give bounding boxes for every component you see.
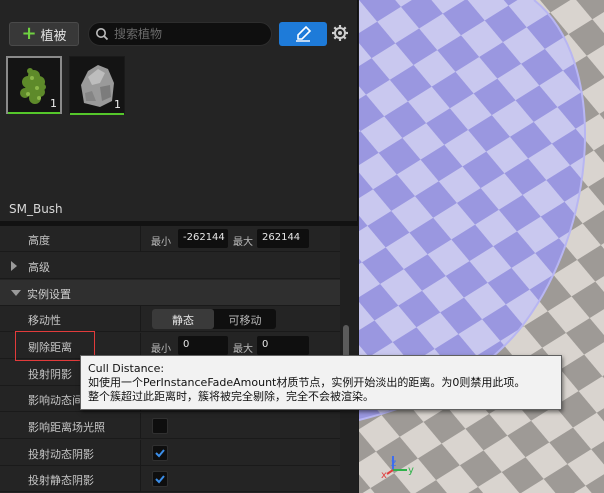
foliage-toolbar: + 植被 — [0, 16, 358, 52]
mobility-label: 移动性 — [28, 314, 61, 327]
foliage-thumb-rock[interactable]: 1 — [69, 56, 125, 115]
column-divider — [140, 306, 141, 332]
affect-distance-field-checkbox[interactable] — [152, 418, 168, 434]
height-label: 高度 — [28, 234, 50, 247]
foliage-count: 1 — [114, 98, 121, 111]
height-row: 高度 最小 -262144 最大 262144 — [0, 226, 340, 252]
cast-dynamic-shadow-checkbox[interactable] — [152, 445, 168, 461]
affect-distance-field-row: 影响距离场光照 — [0, 413, 340, 439]
foliage-thumb-bush[interactable]: 1 — [6, 56, 62, 114]
mobility-movable-option[interactable]: 可移动 — [214, 309, 276, 329]
level-viewport[interactable]: z y x — [359, 0, 604, 493]
instance-settings-category[interactable]: 实例设置 — [0, 280, 340, 306]
min-label: 最小 — [151, 344, 171, 355]
foliage-panel: + 植被 搜索植物 1 1 SM_Bush 高度 最小 -262144 最大 2… — [0, 0, 358, 493]
foliage-count: 1 — [50, 97, 57, 110]
expand-arrow-icon[interactable] — [11, 261, 17, 271]
height-min-field[interactable]: -262144 — [178, 229, 228, 248]
advanced-label: 高级 — [28, 261, 50, 274]
paint-mode-button[interactable] — [279, 22, 327, 46]
selected-bar — [8, 112, 60, 114]
cast-static-shadow-checkbox[interactable] — [152, 471, 168, 487]
add-foliage-button[interactable]: + 植被 — [9, 22, 79, 46]
cast-dynamic-shadow-row: 投射动态阴影 — [0, 440, 340, 466]
cast-static-shadow-row: 投射静态阴影 — [0, 466, 340, 492]
brush-icon — [296, 25, 312, 42]
mobility-toggle: 静态 可移动 — [152, 309, 276, 329]
checkmark-icon — [155, 475, 165, 484]
collapse-arrow-icon[interactable] — [11, 290, 21, 296]
foliage-search[interactable] — [88, 22, 272, 46]
cull-min-field[interactable]: 0 — [178, 336, 228, 355]
min-label: 最小 — [151, 237, 171, 248]
cast-static-shadow-label: 投射静态阴影 — [28, 474, 94, 487]
axis-z-label: z — [391, 458, 396, 469]
mobility-row: 移动性 静态 可移动 — [0, 306, 340, 332]
height-max-field[interactable]: 262144 — [257, 229, 309, 248]
checkmark-icon — [155, 449, 165, 458]
cull-distance-tooltip: Cull Distance: 如使用一个PerInstanceFadeAmoun… — [80, 355, 562, 410]
max-label: 最大 — [233, 344, 253, 355]
axis-y-label: y — [408, 465, 414, 476]
search-icon — [96, 28, 109, 41]
max-label: 最大 — [233, 237, 253, 248]
mobility-static-option[interactable]: 静态 — [152, 309, 214, 329]
column-divider — [140, 413, 141, 439]
plus-icon: + — [21, 23, 37, 44]
tooltip-line: 如使用一个PerInstanceFadeAmount材质节点，实例开始淡出的距离… — [88, 376, 526, 389]
cull-max-field[interactable]: 0 — [257, 336, 309, 355]
column-divider — [140, 440, 141, 466]
gear-icon[interactable] — [331, 24, 349, 42]
mesh-name: SM_Bush — [9, 202, 63, 216]
active-bar — [70, 113, 124, 115]
column-divider — [140, 466, 141, 492]
column-divider — [140, 226, 141, 252]
advanced-row[interactable]: 高级 — [0, 253, 340, 279]
cast-shadow-label: 投射阴影 — [28, 368, 72, 381]
instance-settings-label: 实例设置 — [27, 288, 71, 301]
affect-distance-field-label: 影响距离场光照 — [28, 421, 105, 434]
axis-x-label: x — [381, 470, 387, 481]
cast-dynamic-shadow-label: 投射动态阴影 — [28, 448, 94, 461]
add-foliage-label: 植被 — [40, 28, 67, 44]
tooltip-line: 整个簇超过此距离时，簇将被完全剔除，完全不会被渲染。 — [88, 390, 374, 403]
tooltip-title: Cull Distance: — [88, 362, 165, 375]
search-input[interactable] — [114, 27, 264, 41]
viewport-scene: z y x — [359, 0, 604, 493]
